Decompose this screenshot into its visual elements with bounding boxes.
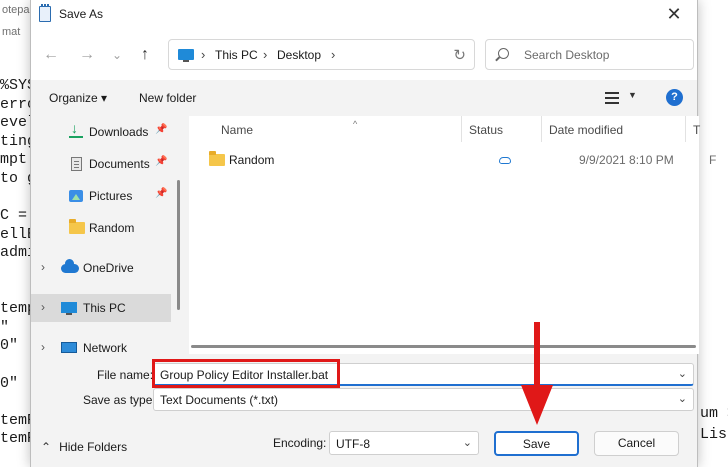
computer-icon (61, 302, 77, 315)
sidebar-item-label: This PC (83, 301, 126, 315)
pin-icon: 📌 (155, 188, 168, 199)
organize-button[interactable]: Organize ▾ (49, 91, 107, 105)
sidebar-item-pictures[interactable]: Pictures 📌 (31, 182, 171, 210)
refresh-icon[interactable]: ↻ (453, 46, 466, 64)
expand-chevron-icon[interactable]: › (41, 300, 45, 314)
sidebar-item-this-pc[interactable]: › This PC (31, 294, 171, 322)
network-icon (61, 342, 77, 353)
breadcrumb-separator-icon: › (263, 47, 268, 62)
sidebar-item-label: OneDrive (83, 261, 134, 275)
file-date-modified: 9/9/2021 8:10 PM (579, 153, 674, 167)
save-as-type-value: Text Documents (*.txt) (160, 393, 279, 407)
chevron-up-icon: ⌃ (41, 440, 52, 454)
folder-icon (209, 151, 225, 166)
sidebar-item-downloads[interactable]: Downloads 📌 (31, 118, 171, 146)
close-button[interactable]: ✕ (651, 0, 697, 30)
sidebar-item-label: Documents (89, 157, 150, 171)
back-arrow-icon[interactable]: ← (39, 44, 63, 66)
chevron-down-icon: ⌄ (462, 437, 472, 449)
save-as-type-select[interactable]: Text Documents (*.txt) ⌄ (153, 388, 694, 411)
sidebar-item-label: Pictures (89, 189, 133, 203)
search-placeholder: Search Desktop (524, 48, 610, 62)
search-box[interactable]: Search Desktop (485, 39, 694, 70)
pictures-icon (69, 190, 83, 202)
expand-chevron-icon[interactable]: › (41, 260, 45, 274)
pin-icon: 📌 (155, 124, 168, 135)
notepad-title-fragment: otepa (2, 4, 30, 16)
column-header-status[interactable]: Status (461, 119, 503, 141)
up-arrow-icon[interactable]: ↑ (133, 44, 157, 66)
view-options-icon[interactable] (605, 92, 619, 104)
file-name-label: File name: (97, 368, 154, 382)
help-icon[interactable]: ? (666, 89, 683, 106)
documents-icon (71, 157, 82, 171)
notepad-menu-fragment: mat (2, 26, 21, 38)
dialog-title: Save As (59, 7, 104, 21)
new-folder-button[interactable]: New folder (139, 91, 196, 105)
address-row: ← → ⌄ ↑ › This PC › Desktop › ↻ Search D… (31, 30, 697, 80)
sort-caret-icon: ^ (353, 119, 358, 129)
hide-folders-label: Hide Folders (59, 440, 128, 454)
sidebar-item-onedrive[interactable]: › OneDrive (31, 254, 171, 282)
column-header-date-modified[interactable]: Date modified (541, 119, 623, 141)
save-as-type-label: Save as type: (83, 393, 156, 407)
notepad-code-right-fragment: um > List (700, 405, 728, 443)
navigation-scrollbar[interactable] (177, 180, 180, 310)
sidebar-item-label: Network (83, 341, 128, 354)
sidebar-item-network[interactable]: › Network (31, 334, 171, 354)
recent-locations-chevron-icon[interactable]: ⌄ (105, 44, 129, 66)
encoding-label: Encoding: (273, 436, 327, 450)
download-icon (69, 120, 83, 138)
column-header-type[interactable]: T (685, 119, 700, 141)
file-list: Name ^ Status Date modified T Random 9/9… (189, 116, 716, 354)
encoding-select[interactable]: UTF-8 ⌄ (329, 431, 479, 455)
red-arrow-head-icon (521, 385, 553, 425)
horizontal-scrollbar[interactable] (191, 345, 696, 348)
forward-arrow-icon[interactable]: → (75, 44, 99, 66)
command-toolbar: Organize ▾ New folder ▼ ? (31, 80, 697, 116)
filename-highlight-box (152, 359, 340, 388)
sidebar-item-random[interactable]: Random (31, 214, 171, 242)
notepad-icon (39, 4, 51, 22)
navigation-pane: Downloads 📌 Documents 📌 Pictures 📌 Rando… (31, 116, 177, 354)
file-type: F (709, 153, 717, 167)
column-header-label: Name (221, 123, 254, 137)
pin-icon: 📌 (155, 156, 168, 167)
sidebar-item-label: Downloads (89, 125, 149, 139)
chevron-down-icon[interactable]: ⌄ (678, 392, 687, 405)
sidebar-item-label: Random (89, 221, 135, 235)
expand-chevron-icon[interactable]: › (41, 340, 45, 354)
breadcrumb-separator-icon: › (201, 47, 206, 62)
cloud-status-icon (499, 157, 511, 164)
dialog-titlebar: Save As ✕ (31, 0, 697, 30)
breadcrumb-separator-icon[interactable]: › (331, 47, 335, 62)
breadcrumb-this-pc[interactable]: This PC (215, 48, 258, 62)
column-header-name[interactable]: Name ^ (213, 119, 357, 141)
file-name: Random (229, 153, 275, 167)
chevron-down-icon[interactable]: ⌄ (678, 367, 687, 380)
folder-icon (69, 219, 85, 234)
sidebar-item-documents[interactable]: Documents 📌 (31, 150, 171, 178)
address-bar[interactable]: › This PC › Desktop › ↻ (168, 39, 475, 70)
save-button[interactable]: Save (494, 431, 579, 456)
table-row[interactable]: Random 9/9/2021 8:10 PM F (207, 150, 716, 174)
hide-folders-button[interactable]: ⌃ Hide Folders (41, 440, 127, 454)
cancel-button[interactable]: Cancel (594, 431, 679, 456)
encoding-value: UTF-8 (336, 437, 370, 451)
red-arrow-shaft (534, 322, 540, 387)
save-as-dialog: Save As ✕ ← → ⌄ ↑ › This PC › Desktop › … (30, 0, 716, 467)
this-pc-icon (178, 49, 194, 62)
cloud-icon (61, 259, 79, 273)
breadcrumb-desktop[interactable]: Desktop (277, 48, 321, 62)
view-options-caret-icon[interactable]: ▼ (628, 90, 637, 100)
search-icon (498, 48, 509, 59)
